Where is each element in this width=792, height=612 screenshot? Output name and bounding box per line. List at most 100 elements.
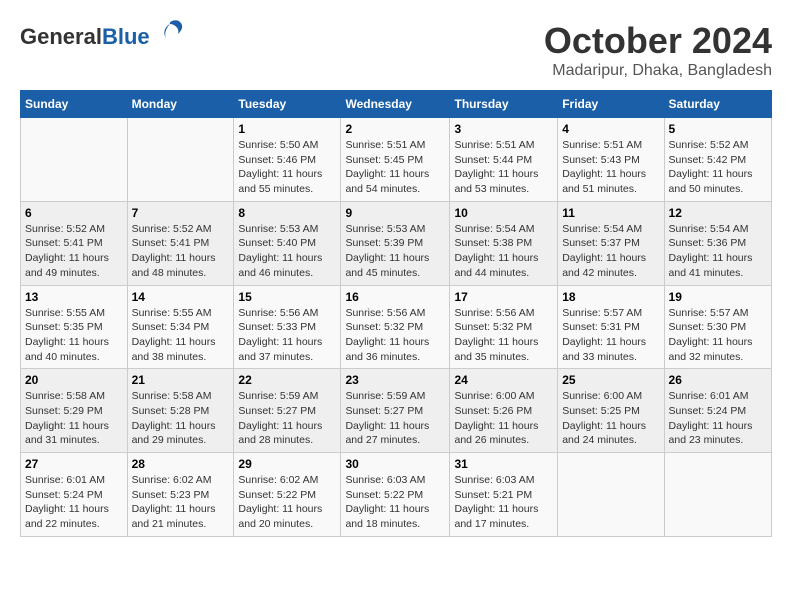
sunset: Sunset: 5:39 PM <box>345 237 423 249</box>
day-info: Sunrise: 5:57 AM Sunset: 5:31 PM Dayligh… <box>562 306 659 365</box>
day-info: Sunrise: 6:01 AM Sunset: 5:24 PM Dayligh… <box>25 473 123 532</box>
daylight: Daylight: 11 hours and 17 minutes. <box>454 503 538 530</box>
sunrise: Sunrise: 5:57 AM <box>562 307 642 319</box>
calendar-cell: 18 Sunrise: 5:57 AM Sunset: 5:31 PM Dayl… <box>558 285 664 369</box>
sunset: Sunset: 5:44 PM <box>454 154 532 166</box>
day-number: 14 <box>132 290 230 304</box>
sunrise: Sunrise: 5:59 AM <box>238 390 318 402</box>
calendar-cell <box>664 453 771 537</box>
sunrise: Sunrise: 5:54 AM <box>454 223 534 235</box>
calendar-cell: 27 Sunrise: 6:01 AM Sunset: 5:24 PM Dayl… <box>21 453 128 537</box>
sunset: Sunset: 5:43 PM <box>562 154 640 166</box>
sunset: Sunset: 5:31 PM <box>562 321 640 333</box>
sunset: Sunset: 5:21 PM <box>454 489 532 501</box>
calendar-cell: 11 Sunrise: 5:54 AM Sunset: 5:37 PM Dayl… <box>558 201 664 285</box>
sunset: Sunset: 5:29 PM <box>25 405 103 417</box>
daylight: Daylight: 11 hours and 31 minutes. <box>25 420 109 447</box>
sunrise: Sunrise: 6:01 AM <box>669 390 749 402</box>
sunrise: Sunrise: 5:53 AM <box>238 223 318 235</box>
sunrise: Sunrise: 5:52 AM <box>25 223 105 235</box>
day-number: 11 <box>562 206 659 220</box>
header-saturday: Saturday <box>664 91 771 118</box>
sunrise: Sunrise: 5:51 AM <box>345 139 425 151</box>
daylight: Daylight: 11 hours and 23 minutes. <box>669 420 753 447</box>
day-info: Sunrise: 6:02 AM Sunset: 5:23 PM Dayligh… <box>132 473 230 532</box>
day-number: 6 <box>25 206 123 220</box>
daylight: Daylight: 11 hours and 28 minutes. <box>238 420 322 447</box>
daylight: Daylight: 11 hours and 36 minutes. <box>345 336 429 363</box>
sunset: Sunset: 5:32 PM <box>454 321 532 333</box>
day-number: 20 <box>25 373 123 387</box>
sunrise: Sunrise: 5:52 AM <box>132 223 212 235</box>
sunset: Sunset: 5:22 PM <box>238 489 316 501</box>
calendar-row: 6 Sunrise: 5:52 AM Sunset: 5:41 PM Dayli… <box>21 201 772 285</box>
sunrise: Sunrise: 5:55 AM <box>25 307 105 319</box>
header-friday: Friday <box>558 91 664 118</box>
header-monday: Monday <box>127 91 234 118</box>
sunset: Sunset: 5:24 PM <box>669 405 747 417</box>
calendar-cell: 17 Sunrise: 5:56 AM Sunset: 5:32 PM Dayl… <box>450 285 558 369</box>
sunrise: Sunrise: 5:54 AM <box>562 223 642 235</box>
day-info: Sunrise: 5:52 AM Sunset: 5:41 PM Dayligh… <box>25 222 123 281</box>
day-number: 5 <box>669 122 767 136</box>
day-number: 4 <box>562 122 659 136</box>
calendar-cell: 4 Sunrise: 5:51 AM Sunset: 5:43 PM Dayli… <box>558 118 664 202</box>
day-number: 26 <box>669 373 767 387</box>
daylight: Daylight: 11 hours and 33 minutes. <box>562 336 646 363</box>
calendar-cell: 20 Sunrise: 5:58 AM Sunset: 5:29 PM Dayl… <box>21 369 128 453</box>
sunrise: Sunrise: 5:51 AM <box>454 139 534 151</box>
sunset: Sunset: 5:42 PM <box>669 154 747 166</box>
daylight: Daylight: 11 hours and 21 minutes. <box>132 503 216 530</box>
page-subtitle: Madaripur, Dhaka, Bangladesh <box>544 62 772 80</box>
sunset: Sunset: 5:23 PM <box>132 489 210 501</box>
calendar-cell: 12 Sunrise: 5:54 AM Sunset: 5:36 PM Dayl… <box>664 201 771 285</box>
calendar-cell: 10 Sunrise: 5:54 AM Sunset: 5:38 PM Dayl… <box>450 201 558 285</box>
day-number: 16 <box>345 290 445 304</box>
calendar-cell: 24 Sunrise: 6:00 AM Sunset: 5:26 PM Dayl… <box>450 369 558 453</box>
sunset: Sunset: 5:28 PM <box>132 405 210 417</box>
calendar-table: Sunday Monday Tuesday Wednesday Thursday… <box>20 90 772 537</box>
sunset: Sunset: 5:25 PM <box>562 405 640 417</box>
day-number: 1 <box>238 122 336 136</box>
daylight: Daylight: 11 hours and 26 minutes. <box>454 420 538 447</box>
sunset: Sunset: 5:41 PM <box>132 237 210 249</box>
day-number: 12 <box>669 206 767 220</box>
sunrise: Sunrise: 6:01 AM <box>25 474 105 486</box>
day-info: Sunrise: 6:03 AM Sunset: 5:21 PM Dayligh… <box>454 473 553 532</box>
day-info: Sunrise: 5:53 AM Sunset: 5:39 PM Dayligh… <box>345 222 445 281</box>
day-info: Sunrise: 5:52 AM Sunset: 5:41 PM Dayligh… <box>132 222 230 281</box>
daylight: Daylight: 11 hours and 46 minutes. <box>238 252 322 279</box>
calendar-cell: 30 Sunrise: 6:03 AM Sunset: 5:22 PM Dayl… <box>341 453 450 537</box>
day-info: Sunrise: 5:55 AM Sunset: 5:34 PM Dayligh… <box>132 306 230 365</box>
day-info: Sunrise: 6:00 AM Sunset: 5:25 PM Dayligh… <box>562 389 659 448</box>
calendar-cell: 15 Sunrise: 5:56 AM Sunset: 5:33 PM Dayl… <box>234 285 341 369</box>
sunset: Sunset: 5:30 PM <box>669 321 747 333</box>
sunset: Sunset: 5:26 PM <box>454 405 532 417</box>
calendar-header-row: Sunday Monday Tuesday Wednesday Thursday… <box>21 91 772 118</box>
day-number: 19 <box>669 290 767 304</box>
sunrise: Sunrise: 5:50 AM <box>238 139 318 151</box>
calendar-cell: 19 Sunrise: 5:57 AM Sunset: 5:30 PM Dayl… <box>664 285 771 369</box>
page-title: October 2024 <box>544 20 772 62</box>
day-number: 17 <box>454 290 553 304</box>
header-sunday: Sunday <box>21 91 128 118</box>
day-info: Sunrise: 5:52 AM Sunset: 5:42 PM Dayligh… <box>669 138 767 197</box>
calendar-cell: 5 Sunrise: 5:52 AM Sunset: 5:42 PM Dayli… <box>664 118 771 202</box>
calendar-cell: 22 Sunrise: 5:59 AM Sunset: 5:27 PM Dayl… <box>234 369 341 453</box>
day-info: Sunrise: 5:56 AM Sunset: 5:32 PM Dayligh… <box>454 306 553 365</box>
sunrise: Sunrise: 5:54 AM <box>669 223 749 235</box>
daylight: Daylight: 11 hours and 51 minutes. <box>562 168 646 195</box>
sunrise: Sunrise: 5:51 AM <box>562 139 642 151</box>
day-number: 21 <box>132 373 230 387</box>
header-tuesday: Tuesday <box>234 91 341 118</box>
calendar-row: 20 Sunrise: 5:58 AM Sunset: 5:29 PM Dayl… <box>21 369 772 453</box>
daylight: Daylight: 11 hours and 45 minutes. <box>345 252 429 279</box>
calendar-row: 13 Sunrise: 5:55 AM Sunset: 5:35 PM Dayl… <box>21 285 772 369</box>
calendar-cell: 9 Sunrise: 5:53 AM Sunset: 5:39 PM Dayli… <box>341 201 450 285</box>
sunrise: Sunrise: 6:02 AM <box>132 474 212 486</box>
day-info: Sunrise: 5:55 AM Sunset: 5:35 PM Dayligh… <box>25 306 123 365</box>
day-number: 15 <box>238 290 336 304</box>
daylight: Daylight: 11 hours and 54 minutes. <box>345 168 429 195</box>
title-section: October 2024 Madaripur, Dhaka, Banglades… <box>544 20 772 80</box>
day-number: 31 <box>454 457 553 471</box>
